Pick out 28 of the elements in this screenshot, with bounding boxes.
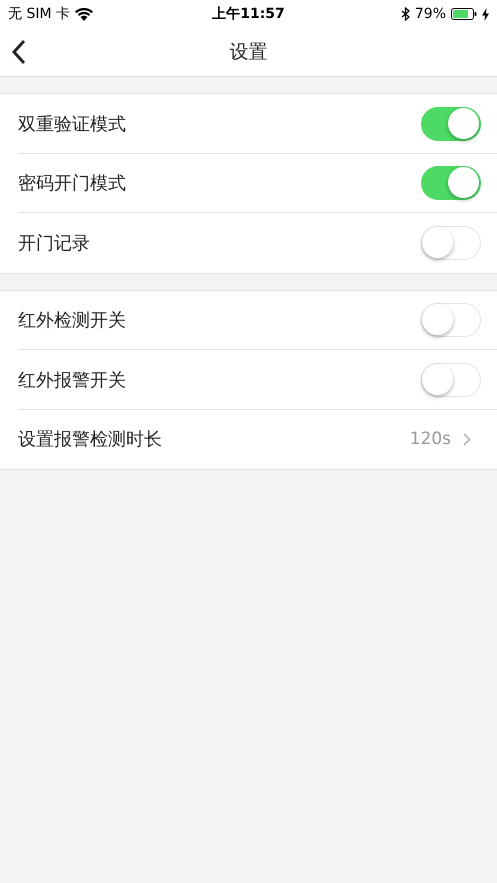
back-icon[interactable] (12, 39, 26, 65)
settings-row[interactable]: 设置报警检测时长 120s (0, 410, 497, 469)
toggle-switch[interactable] (421, 166, 481, 200)
settings-row[interactable]: 开门记录 (0, 213, 497, 272)
row-label: 红外检测开关 (18, 309, 126, 332)
settings-row[interactable]: 双重验证模式 (0, 94, 497, 154)
settings-row[interactable]: 红外检测开关 (0, 290, 497, 350)
row-label: 密码开门模式 (18, 172, 126, 196)
settings-row[interactable]: 红外报警开关 (0, 350, 497, 410)
battery-icon (451, 8, 477, 20)
wifi-icon (75, 8, 93, 20)
toggle-switch[interactable] (421, 362, 481, 397)
page-title: 设置 (230, 40, 268, 65)
charging-icon (482, 8, 489, 20)
toggle-switch[interactable] (421, 303, 481, 338)
chevron-icon (463, 432, 471, 446)
row-label: 双重验证模式 (18, 112, 126, 136)
toggle-switch[interactable] (421, 106, 481, 141)
row-label: 开门记录 (18, 232, 90, 255)
toggle-switch[interactable] (421, 226, 481, 260)
row-value: 120s (410, 429, 451, 450)
carrier-text: 无 SIM 卡 (8, 5, 70, 23)
status-time: 上午11:57 (212, 5, 285, 23)
bluetooth-icon (400, 7, 410, 21)
settings-row[interactable]: 密码开门模式 (0, 154, 497, 213)
row-label: 红外报警开关 (18, 368, 126, 392)
row-label: 设置报警检测时长 (18, 428, 162, 452)
battery-percent: 79% (414, 6, 446, 22)
